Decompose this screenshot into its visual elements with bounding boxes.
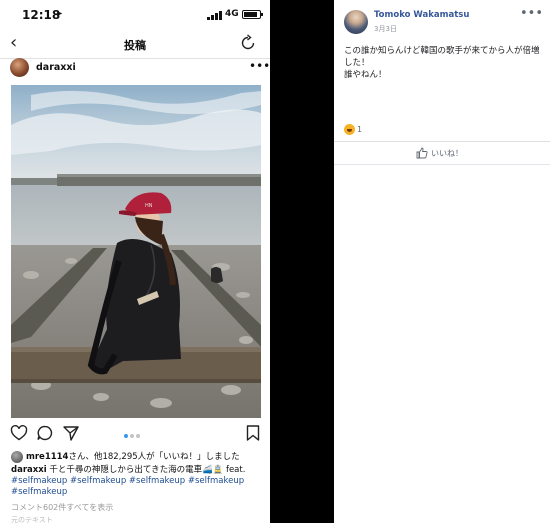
comment-icon[interactable] <box>36 424 54 442</box>
more-options-icon[interactable]: ••• <box>520 6 543 21</box>
avatar[interactable] <box>344 10 368 34</box>
post-header: daraxxi ••• <box>0 58 270 82</box>
haha-reaction-icon <box>344 124 355 135</box>
carousel-indicator <box>124 434 154 439</box>
refresh-icon[interactable] <box>239 34 257 52</box>
location-arrow-icon: ➤ <box>56 9 63 18</box>
author-name[interactable]: Tomoko Wakamatsu <box>374 10 469 20</box>
share-icon[interactable] <box>62 424 80 442</box>
bookmark-icon[interactable] <box>244 424 262 442</box>
likes-summary[interactable]: mre1114さん、他182,295人が「いいね！」しました <box>11 450 266 464</box>
likes-text: さん、他182,295人が「いいね！」しました <box>68 452 240 462</box>
svg-text:HN: HN <box>145 203 153 209</box>
liker-avatar <box>11 450 23 463</box>
like-label: いいね！ <box>431 149 463 158</box>
divider <box>334 164 550 165</box>
more-options-icon[interactable]: ••• <box>249 59 270 73</box>
faded-text: 元のテキスト <box>11 516 53 523</box>
post-text-line: 誰やねん！ <box>344 70 387 80</box>
facebook-comment-card: Tomoko Wakamatsu 3月3日 ••• この誰か知らんけど韓国の歌手… <box>334 0 550 523</box>
hashtags-line-2[interactable]: #selfmakeup <box>11 487 67 497</box>
reaction-count: 1 <box>357 125 363 134</box>
liker-username[interactable]: mre1114 <box>26 452 68 462</box>
status-time: 12:18 <box>22 8 61 22</box>
battery-icon <box>242 10 263 19</box>
hashtags-line-1[interactable]: #selfmakeup #selfmakeup #selfmakeup #sel… <box>11 476 244 486</box>
post-date[interactable]: 3月3日 <box>374 24 397 34</box>
post-action-bar <box>0 424 270 446</box>
like-button[interactable]: いいね！ <box>334 142 550 164</box>
caption-text: 千と千尋の神隠しから出てきた海の電車🚄🚊 feat. <box>49 465 246 475</box>
post-caption: daraxxi 千と千尋の神隠しから出てきた海の電車🚄🚊 feat. #self… <box>11 465 266 498</box>
post-text: この誰か知らんけど韓国の歌手が来てから人が倍増 した！ 誰やねん！ <box>344 45 544 81</box>
page-title: 投稿 <box>124 39 146 52</box>
status-bar: 12:18 ➤ 4G <box>0 0 270 30</box>
instagram-screenshot: 12:18 ➤ 4G ‹ 投稿 daraxxi ••• HN mre1114さん… <box>0 0 270 523</box>
post-text-line: した！ <box>344 58 370 68</box>
caption-username[interactable]: daraxxi <box>11 465 47 475</box>
post-username[interactable]: daraxxi <box>36 62 76 73</box>
signal-strength-icon <box>207 11 223 20</box>
nav-bar: ‹ 投稿 <box>0 30 270 59</box>
post-photo[interactable]: HN <box>11 85 261 418</box>
network-type: 4G <box>225 9 239 19</box>
avatar[interactable] <box>10 58 29 77</box>
post-text-line: この誰か知らんけど韓国の歌手が来てから人が倍増 <box>344 46 540 56</box>
thumbs-up-icon <box>416 147 428 159</box>
view-all-comments-link[interactable]: コメント602件すべてを表示 <box>11 502 113 513</box>
heart-icon[interactable] <box>10 424 28 442</box>
